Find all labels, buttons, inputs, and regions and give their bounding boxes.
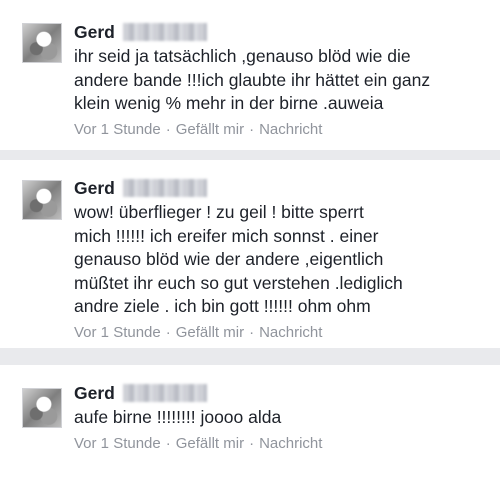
blurred-surname <box>122 179 207 197</box>
comment-meta: Vor 1 Stunde · Gefällt mir · Nachricht <box>74 324 490 341</box>
avatar[interactable] <box>22 388 62 428</box>
blurred-surname <box>122 23 207 41</box>
timestamp-link[interactable]: Vor 1 Stunde <box>74 435 161 452</box>
like-button[interactable]: Gefällt mir <box>176 324 244 341</box>
author-name[interactable]: Gerd <box>74 383 115 404</box>
separator-dot: · <box>249 323 255 341</box>
timestamp-link[interactable]: Vor 1 Stunde <box>74 324 161 341</box>
comment-body: Gerd aufe birne !!!!!!!! joooo alda Vor … <box>74 381 490 452</box>
comment-item: Gerd wow! überflieger ! zu geil ! bitte … <box>0 160 500 348</box>
author-row: Gerd <box>74 381 490 405</box>
timestamp-link[interactable]: Vor 1 Stunde <box>74 121 161 138</box>
avatar[interactable] <box>22 23 62 63</box>
message-button[interactable]: Nachricht <box>259 121 322 138</box>
like-button[interactable]: Gefällt mir <box>176 435 244 452</box>
comment-text: ihr seid ja tatsächlich ,genauso blöd wi… <box>74 46 431 113</box>
like-button[interactable]: Gefällt mir <box>176 121 244 138</box>
comment-body: Gerd ihr seid ja tatsächlich ,genauso bl… <box>74 20 490 138</box>
comment-item: Gerd ihr seid ja tatsächlich ,genauso bl… <box>0 0 500 150</box>
author-name[interactable]: Gerd <box>74 22 115 43</box>
separator-dot: · <box>165 323 171 341</box>
blurred-surname <box>122 384 207 402</box>
comment-body: Gerd wow! überflieger ! zu geil ! bitte … <box>74 176 490 341</box>
avatar[interactable] <box>22 180 62 220</box>
author-name[interactable]: Gerd <box>74 178 115 199</box>
comment-meta: Vor 1 Stunde · Gefällt mir · Nachricht <box>74 435 490 452</box>
author-row: Gerd <box>74 20 490 44</box>
comment-text: aufe birne !!!!!!!! joooo alda <box>74 407 282 427</box>
comment-item: Gerd aufe birne !!!!!!!! joooo alda Vor … <box>0 365 500 484</box>
separator-dot: · <box>165 120 171 138</box>
message-button[interactable]: Nachricht <box>259 435 322 452</box>
separator-dot: · <box>165 434 171 452</box>
comment-text: wow! überflieger ! zu geil ! bitte sperr… <box>74 202 403 316</box>
separator-dot: · <box>249 120 255 138</box>
author-row: Gerd <box>74 176 490 200</box>
message-button[interactable]: Nachricht <box>259 324 322 341</box>
separator-dot: · <box>249 434 255 452</box>
comment-meta: Vor 1 Stunde · Gefällt mir · Nachricht <box>74 121 490 138</box>
